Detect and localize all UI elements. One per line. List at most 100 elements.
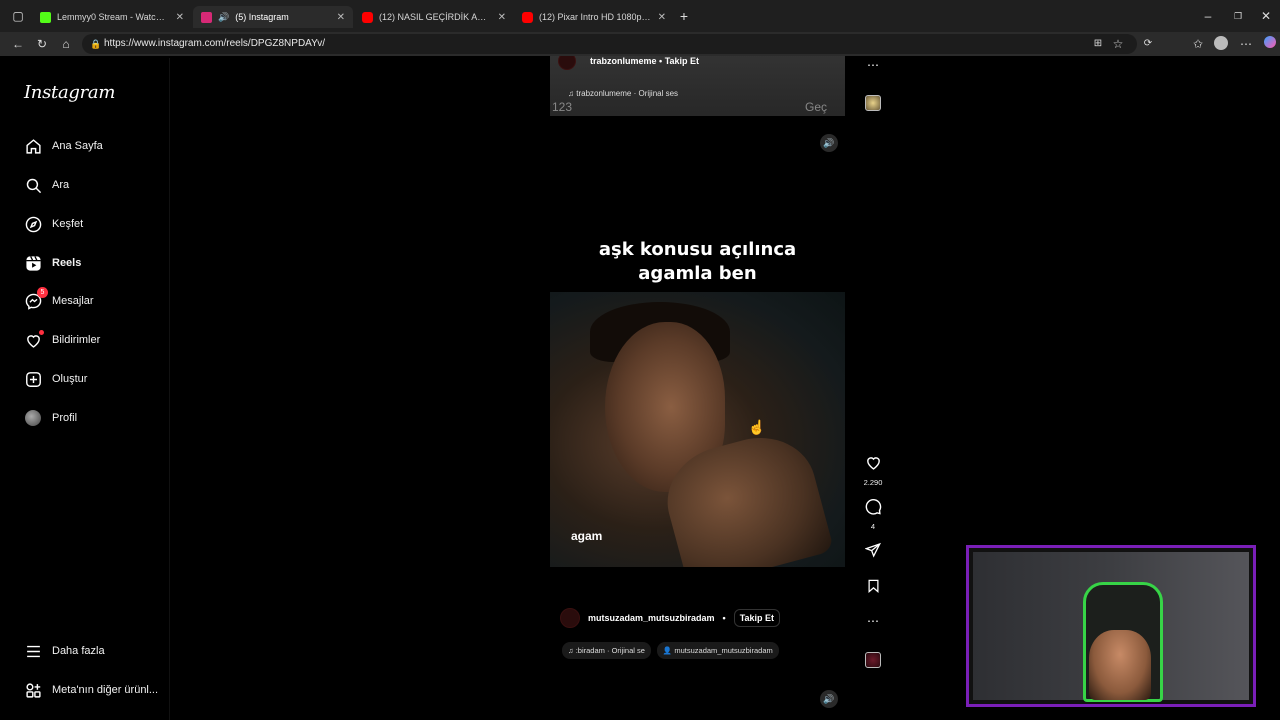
save-button[interactable] <box>862 578 884 599</box>
sidebar-item-label: Profil <box>52 412 78 424</box>
menu-icon <box>24 642 42 660</box>
reel-caption: aşk konusu açılınca agamla ben <box>550 238 845 286</box>
sidebar-item-label: Reels <box>52 257 82 269</box>
search-icon <box>24 176 42 194</box>
comment-icon <box>865 498 881 515</box>
back-icon[interactable]: ← <box>10 36 26 52</box>
heart-icon <box>866 457 880 470</box>
sidebar-item-label: Ara <box>52 179 70 191</box>
audio-chip[interactable]: ♫ :biradam · Orijinal se <box>562 642 651 659</box>
prev-audio-thumbnail[interactable] <box>865 95 881 111</box>
instagram-logo[interactable]: Instagram <box>24 82 115 103</box>
comment-button[interactable]: 4 <box>862 498 884 531</box>
webcam-feed <box>973 552 1249 702</box>
sidebar-item-more[interactable]: Daha fazla <box>24 639 105 663</box>
reel-caption-line2: agamla ben <box>638 263 757 284</box>
plus-square-icon <box>24 370 42 388</box>
streamer-figure <box>1089 630 1151 700</box>
sidebar-item-search[interactable]: Ara <box>24 173 69 197</box>
prev-audio-text: trabzonlumeme · Orijinal ses <box>576 89 679 98</box>
send-icon <box>864 542 881 558</box>
tab-instagram[interactable]: 🔊 (5) Instagram ✕ <box>193 6 353 28</box>
reel-username[interactable]: mutsuzadam_mutsuzbiradam <box>588 613 715 623</box>
tab-title: Lemmyy0 Stream - Watch Live on <box>57 12 170 22</box>
like-button[interactable]: 2.290 <box>862 454 884 487</box>
kick-favicon-icon <box>40 11 51 23</box>
reel-caption-line1: aşk konusu açılınca <box>598 239 797 260</box>
heart-icon <box>24 330 44 349</box>
volume-icon[interactable]: 🔊 <box>820 690 838 708</box>
home-icon[interactable]: ⌂ <box>58 36 74 52</box>
restore-icon[interactable]: ❐ <box>1230 8 1246 24</box>
url-field[interactable]: 🔒 https://www.instagram.com/reels/DPGZ8N… <box>82 34 1137 54</box>
new-tab-icon[interactable]: + <box>676 8 692 24</box>
more-icon[interactable]: ⋯ <box>1238 36 1254 52</box>
browser-tab-bar: ▢ Lemmyy0 Stream - Watch Live on ✕ 🔊 (5)… <box>0 0 1280 32</box>
sidebar-item-notifications[interactable]: Bildirimler <box>24 328 100 352</box>
audio-thumbnail[interactable] <box>865 652 881 668</box>
minimize-icon[interactable]: – <box>1200 8 1216 24</box>
speaker-icon[interactable]: 🔊 <box>218 12 229 23</box>
tab-title: (5) Instagram <box>235 12 289 22</box>
prev-more-options-icon[interactable]: ⋯ <box>862 58 884 72</box>
sidebar-item-explore[interactable]: Keşfet <box>24 212 83 236</box>
close-icon[interactable]: ✕ <box>498 12 506 23</box>
favorites-icon[interactable]: ✩ <box>1190 36 1206 52</box>
close-icon[interactable]: ✕ <box>658 12 666 23</box>
notification-dot <box>39 330 44 335</box>
sidebar-item-meta-apps[interactable]: Meta'nın diğer ürünl... <box>24 678 158 702</box>
reel-video[interactable]: aşk konusu açılınca agamla ben agam ☝ <box>550 228 845 567</box>
tab-youtube-1[interactable]: (12) NASIL GEÇİRDİK AMA | Insta ✕ <box>354 6 514 28</box>
apps-icon[interactable]: ⊞ <box>1090 36 1106 52</box>
meta-apps-icon <box>24 681 42 699</box>
close-icon[interactable]: ✕ <box>176 12 184 23</box>
tagged-user-chip[interactable]: 👤 mutsuzadam_mutsuzbiradam <box>656 642 779 659</box>
messenger-icon: 5 <box>24 287 48 310</box>
volume-icon[interactable]: 🔊 <box>820 134 838 152</box>
address-bar-row: ← ↻ ⌂ 🔒 https://www.instagram.com/reels/… <box>0 32 1280 56</box>
cursor-hand-icon: ☝ <box>748 419 766 435</box>
sidebar-item-label: Oluştur <box>52 373 88 385</box>
lock-icon: 🔒 <box>90 39 102 49</box>
comment-count: 4 <box>870 522 876 531</box>
prev-audio-label[interactable]: ♫ trabzonlumeme · Orijinal ses <box>568 89 678 98</box>
tab-kick[interactable]: Lemmyy0 Stream - Watch Live on ✕ <box>32 6 192 28</box>
extensions-icon[interactable]: ⟳ <box>1140 36 1156 52</box>
profile-icon[interactable] <box>1213 36 1229 52</box>
prev-follow-button[interactable]: Takip Et <box>665 56 699 66</box>
previous-reel-video[interactable]: trabzonlumeme • Takip Et ♫ trabzonlumeme… <box>550 56 845 116</box>
instagram-sidebar: Instagram Ana Sayfa Ara Keşfet Reels 5 M… <box>8 58 170 720</box>
sidebar-item-messages[interactable]: 5 Mesajlar <box>24 287 94 313</box>
messages-badge: 5 <box>37 287 48 298</box>
reels-icon <box>24 254 42 272</box>
share-button[interactable] <box>862 542 884 563</box>
close-window-icon[interactable]: ✕ <box>1258 8 1274 24</box>
avatar[interactable] <box>560 608 580 628</box>
follow-button[interactable]: Takip Et <box>733 609 781 627</box>
youtube-favicon-icon <box>362 11 373 23</box>
copilot-icon[interactable] <box>1262 36 1278 52</box>
sidebar-item-create[interactable]: Oluştur <box>24 367 87 391</box>
sidebar-toggle-icon[interactable]: ▢ <box>10 8 26 24</box>
like-count: 2.290 <box>863 478 883 487</box>
webcam-overlay <box>966 545 1256 707</box>
sidebar-item-label: Meta'nın diğer ürünl... <box>52 684 159 696</box>
more-options-icon[interactable]: ⋯ <box>862 614 884 628</box>
url-text: https://www.instagram.com/reels/DPGZ8NPD… <box>104 38 325 49</box>
reload-icon[interactable]: ↻ <box>34 36 50 52</box>
tagged-user-label: mutsuzadam_mutsuzbiradam <box>674 646 773 655</box>
prev-reel-username[interactable]: trabzonlumeme <box>590 56 657 66</box>
reel-video-frame[interactable]: agam ☝ <box>550 292 845 567</box>
close-icon[interactable]: ✕ <box>337 12 345 23</box>
tab-youtube-2[interactable]: (12) Pixar Intro HD 1080p - YouTu ✕ <box>514 6 674 28</box>
sidebar-item-label: Ana Sayfa <box>52 140 103 152</box>
favorite-star-icon[interactable]: ☆ <box>1110 36 1126 52</box>
sidebar-item-profile[interactable]: Profil <box>24 406 77 430</box>
video-subtitle: agam <box>571 529 603 543</box>
reel-chips: ♫ :biradam · Orijinal se 👤 mutsuzadam_mu… <box>562 642 779 659</box>
audio-chip-label: :biradam · Orijinal se <box>575 646 645 655</box>
sidebar-item-label: Daha fazla <box>52 645 105 657</box>
sidebar-item-home[interactable]: Ana Sayfa <box>24 134 103 158</box>
reel-user-row: mutsuzadam_mutsuzbiradam • Takip Et <box>560 607 781 629</box>
sidebar-item-reels[interactable]: Reels <box>24 251 81 275</box>
